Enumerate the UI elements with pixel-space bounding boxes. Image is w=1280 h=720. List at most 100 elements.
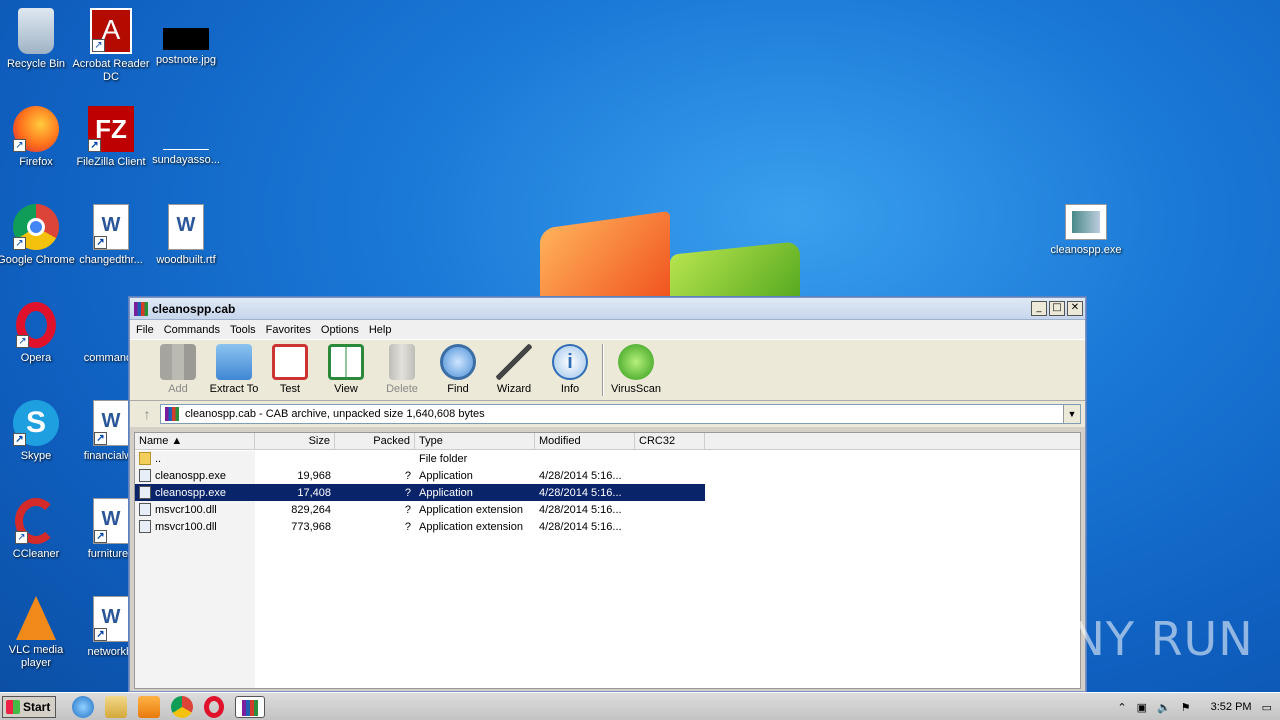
find-button[interactable]: Find: [430, 344, 486, 395]
toolbar-separator: [602, 344, 604, 396]
word-document-icon: W ↗: [93, 596, 129, 642]
winrar-icon: [134, 301, 148, 316]
acrobat-icon: A ↗: [90, 8, 132, 54]
desktop-icon-postnote[interactable]: postnote.jpg: [146, 8, 226, 67]
desktop-icon-vlc[interactable]: VLC media player: [0, 596, 76, 670]
menu-tools[interactable]: Tools: [230, 324, 256, 336]
desktop-icon-cleanospp[interactable]: cleanospp.exe: [1046, 204, 1126, 257]
checklist-icon: [272, 344, 308, 380]
window-title: cleanospp.cab: [152, 301, 236, 316]
windows-logo-icon: [6, 699, 20, 714]
column-packed[interactable]: Packed: [335, 433, 415, 450]
action-center-flag-icon[interactable]: ⚑: [1181, 701, 1191, 714]
show-desktop-icon[interactable]: ▭: [1262, 701, 1272, 714]
table-row[interactable]: msvcr100.dll 773,968 ? Application exten…: [135, 518, 1080, 535]
anyrun-watermark: ANY RUN: [1038, 612, 1254, 666]
firefox-icon: ↗: [13, 106, 59, 152]
column-crc32[interactable]: CRC32: [635, 433, 705, 450]
archive-books-icon: [160, 344, 196, 380]
start-button[interactable]: Start: [2, 695, 56, 718]
extract-to-button[interactable]: Extract To: [206, 344, 262, 395]
network-icon[interactable]: ▣: [1137, 701, 1147, 714]
menu-file[interactable]: File: [136, 324, 154, 336]
exe-file-icon: [139, 469, 151, 482]
folder-icon: [216, 344, 252, 380]
vlc-icon: [16, 596, 56, 640]
desktop-icon-acrobat[interactable]: A ↗ Acrobat Reader DC: [71, 8, 151, 84]
file-list[interactable]: Name ▲ Size Packed Type Modified CRC32 .…: [134, 432, 1081, 689]
table-row[interactable]: cleanospp.exe 19,968 ? Application 4/28/…: [135, 467, 1080, 484]
windows-wallpaper-logo: [520, 200, 820, 325]
magic-wand-icon: [496, 344, 532, 380]
desktop-icon-ccleaner[interactable]: ↗ CCleaner: [0, 498, 76, 561]
desktop-icon-opera[interactable]: ↗ Opera: [0, 302, 76, 365]
image-file-icon: [163, 28, 209, 50]
delete-button[interactable]: Delete: [374, 344, 430, 395]
close-button[interactable]: ✕: [1067, 301, 1083, 316]
menu-favorites[interactable]: Favorites: [266, 324, 311, 336]
dll-file-icon: [139, 503, 151, 516]
word-document-icon: W: [168, 204, 204, 250]
word-document-icon: W ↗: [93, 204, 129, 250]
desktop-icon-recycle-bin[interactable]: Recycle Bin: [0, 8, 76, 71]
internet-explorer-icon[interactable]: [72, 695, 94, 718]
info-icon: i: [552, 344, 588, 380]
media-player-icon[interactable]: [138, 695, 160, 718]
opera-taskbar-icon[interactable]: [204, 695, 224, 718]
minimize-button[interactable]: _: [1031, 301, 1047, 316]
column-type[interactable]: Type: [415, 433, 535, 450]
clock[interactable]: 3:52 PM: [1211, 701, 1252, 713]
desktop-icon-skype[interactable]: S ↗ Skype: [0, 400, 76, 463]
desktop-icon-filezilla[interactable]: FZ ↗ FileZilla Client: [71, 106, 151, 169]
table-row[interactable]: .. File folder: [135, 450, 1080, 467]
desktop-icon-firefox[interactable]: ↗ Firefox: [0, 106, 76, 169]
virusscan-button[interactable]: VirusScan: [608, 344, 664, 395]
table-row-selected[interactable]: cleanospp.exe 17,408 ? Application 4/28/…: [135, 484, 705, 501]
chrome-taskbar-icon[interactable]: [171, 695, 193, 718]
skype-icon: S ↗: [13, 400, 59, 446]
test-button[interactable]: Test: [262, 344, 318, 395]
column-modified[interactable]: Modified: [535, 433, 635, 450]
archive-icon: [165, 407, 179, 421]
folder-icon: [139, 452, 151, 465]
address-text: cleanospp.cab - CAB archive, unpacked si…: [185, 408, 485, 420]
winrar-taskbar-icon[interactable]: [235, 695, 265, 718]
chrome-icon: ↗: [13, 204, 59, 250]
menu-commands[interactable]: Commands: [164, 324, 220, 336]
volume-icon[interactable]: 🔈: [1157, 701, 1171, 714]
ccleaner-icon: ↗: [15, 498, 57, 544]
trash-icon: [389, 344, 415, 380]
executable-icon: [1065, 204, 1107, 240]
book-icon: [328, 344, 364, 380]
desktop-icon-sundayasso[interactable]: sundayasso...: [146, 106, 226, 167]
desktop-icon-changedthr[interactable]: W ↗ changedthr...: [71, 204, 151, 267]
chevron-up-icon[interactable]: ⌃: [1117, 701, 1126, 714]
taskbar: Start ⌃ ▣ 🔈 ⚑ 3:52 PM ▭: [0, 692, 1280, 720]
menu-options[interactable]: Options: [321, 324, 359, 336]
winrar-window[interactable]: cleanospp.cab _ □ ✕ File Commands Tools …: [129, 297, 1086, 692]
menubar: File Commands Tools Favorites Options He…: [130, 320, 1085, 339]
info-button[interactable]: i Info: [542, 344, 598, 395]
column-size[interactable]: Size: [255, 433, 335, 450]
explorer-folder-icon[interactable]: [105, 695, 127, 718]
list-header: Name ▲ Size Packed Type Modified CRC32: [135, 433, 1080, 450]
add-button[interactable]: Add: [150, 344, 206, 395]
column-name[interactable]: Name ▲: [135, 433, 255, 450]
toolbar: Add Extract To Test View Delete Find Wiz…: [130, 339, 1085, 401]
desktop-icon-chrome[interactable]: ↗ Google Chrome: [0, 204, 76, 267]
menu-help[interactable]: Help: [369, 324, 392, 336]
view-button[interactable]: View: [318, 344, 374, 395]
wizard-button[interactable]: Wizard: [486, 344, 542, 395]
chevron-down-icon[interactable]: ▼: [1063, 405, 1080, 423]
address-field[interactable]: cleanospp.cab - CAB archive, unpacked si…: [160, 404, 1081, 424]
recycle-bin-icon: [18, 8, 54, 54]
address-bar: ↑ cleanospp.cab - CAB archive, unpacked …: [130, 401, 1085, 427]
up-arrow-icon[interactable]: ↑: [134, 406, 160, 422]
virus-scan-icon: [618, 344, 654, 380]
window-titlebar[interactable]: cleanospp.cab _ □ ✕: [130, 298, 1085, 320]
maximize-button[interactable]: □: [1049, 301, 1065, 316]
table-row[interactable]: msvcr100.dll 829,264 ? Application exten…: [135, 501, 1080, 518]
system-tray: ⌃ ▣ 🔈 ⚑ 3:52 PM ▭: [1117, 693, 1280, 720]
word-document-icon: W ↗: [93, 498, 129, 544]
desktop-icon-woodbuilt[interactable]: W woodbuilt.rtf: [146, 204, 226, 267]
